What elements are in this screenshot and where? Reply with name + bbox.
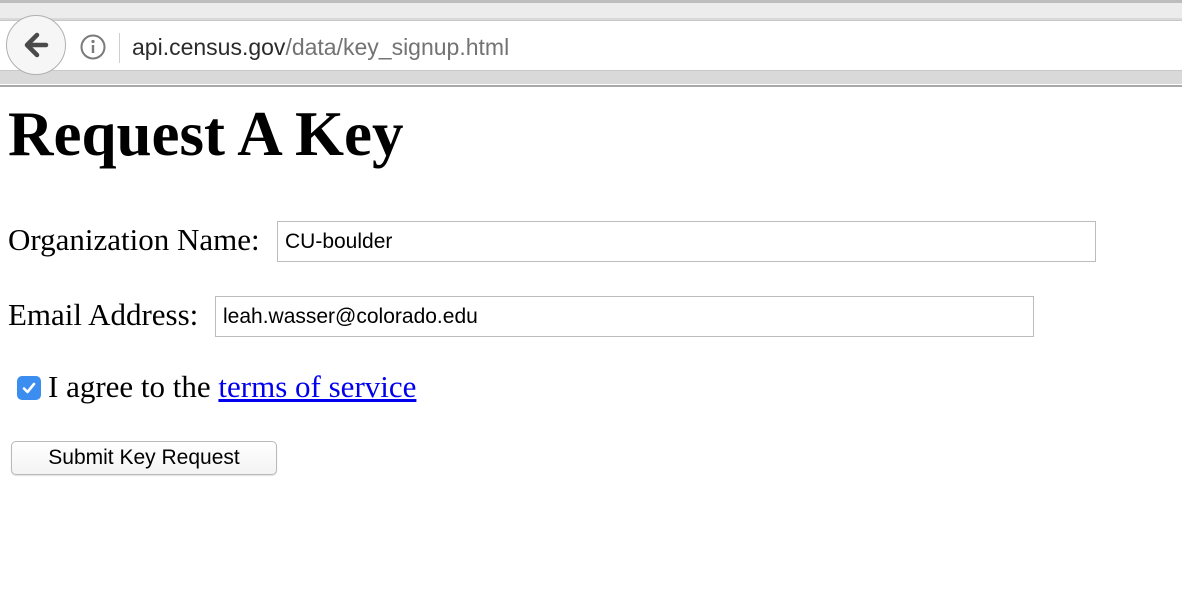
organization-label: Organization Name: bbox=[8, 222, 260, 257]
back-button[interactable] bbox=[6, 15, 66, 75]
agree-checkbox[interactable] bbox=[17, 376, 41, 400]
email-address-input[interactable] bbox=[215, 296, 1034, 337]
agree-prefix: I agree to the bbox=[48, 369, 219, 404]
tab-strip bbox=[0, 3, 1182, 18]
url-host: api.census.gov bbox=[132, 34, 286, 60]
submit-key-request-button[interactable]: Submit Key Request bbox=[11, 441, 277, 475]
arrow-left-icon bbox=[24, 32, 49, 58]
url-divider bbox=[119, 33, 120, 63]
browser-toolbar: api.census.gov/data/key_signup.html bbox=[0, 0, 1182, 87]
url-text[interactable]: api.census.gov/data/key_signup.html bbox=[132, 34, 509, 61]
terms-of-service-link[interactable]: terms of service bbox=[218, 369, 416, 404]
agree-statement: I agree to the terms of service bbox=[48, 369, 416, 405]
page-content: Request A Key Organization Name: Email A… bbox=[0, 84, 1182, 596]
url-path: /data/key_signup.html bbox=[285, 34, 510, 60]
page-title: Request A Key bbox=[8, 99, 404, 169]
checkmark-icon bbox=[22, 382, 36, 394]
info-circle-icon[interactable] bbox=[80, 34, 106, 60]
email-label: Email Address: bbox=[8, 297, 199, 332]
organization-name-input[interactable] bbox=[277, 221, 1096, 262]
